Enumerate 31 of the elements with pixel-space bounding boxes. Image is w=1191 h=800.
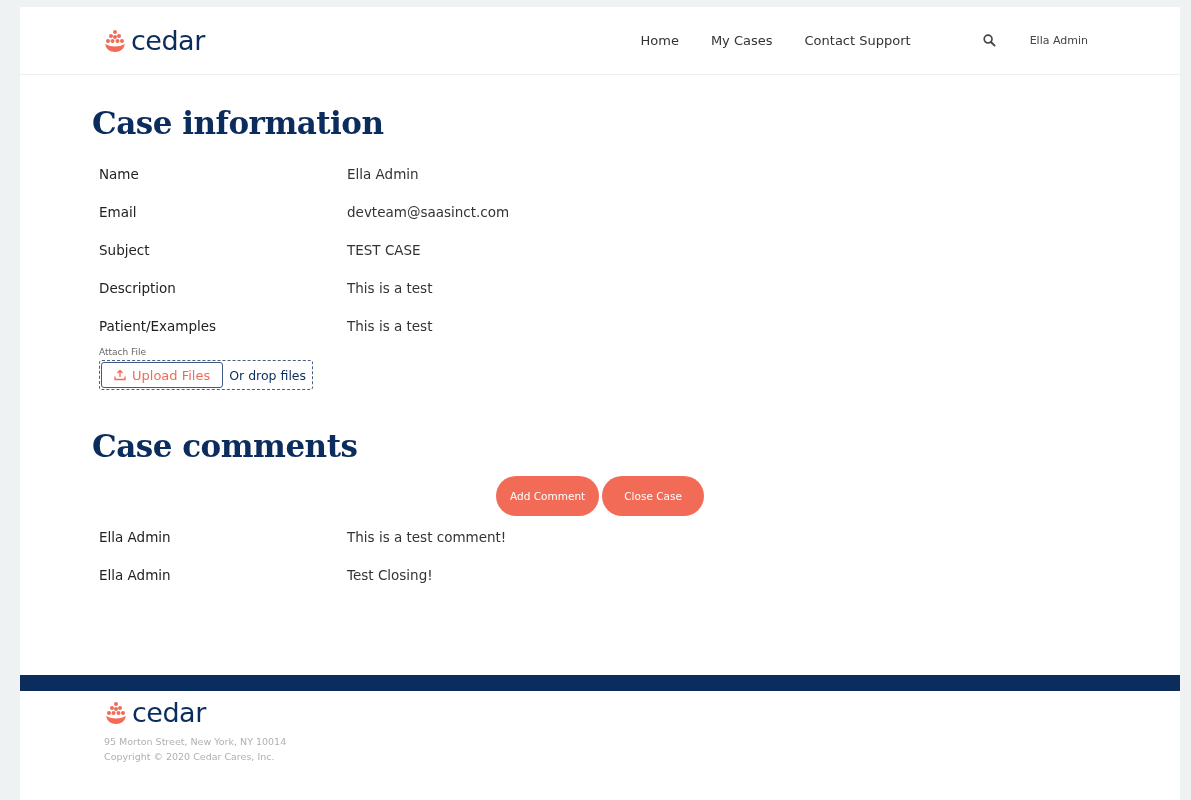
field-value: devteam@saasinct.com <box>347 204 510 220</box>
nav-link[interactable]: Contact Support <box>804 33 911 48</box>
comment-text: Test Closing! <box>347 567 433 583</box>
user-menu[interactable]: Ella Admin <box>1029 34 1088 47</box>
section-heading: Case comments <box>92 428 359 464</box>
field-label: Subject <box>99 242 151 258</box>
drop-hint: Or drop files <box>229 367 307 383</box>
comment-author: Ella Admin <box>99 529 172 545</box>
nav-link[interactable]: My Cases <box>710 33 773 48</box>
logo-wordmark[interactable]: cedar <box>131 27 205 54</box>
field-value: Ella Admin <box>347 166 419 182</box>
logo-wordmark: cedar <box>132 699 206 726</box>
copyright-text: Copyright © 2020 Cedar Cares, Inc. <box>104 751 276 762</box>
attach-label: Attach File <box>99 347 148 357</box>
field-value: This is a test <box>347 318 433 334</box>
section-heading: Case information <box>92 105 385 141</box>
upload-icon <box>114 369 126 381</box>
search-icon[interactable] <box>982 34 996 47</box>
pinecone-icon <box>104 700 128 725</box>
field-value: TEST CASE <box>347 242 421 258</box>
comment-text: This is a test comment! <box>347 529 507 545</box>
field-label: Email <box>99 204 138 220</box>
pinecone-icon <box>103 28 127 53</box>
nav-link[interactable]: Home <box>640 33 679 48</box>
field-label: Patient/Examples <box>99 318 218 334</box>
field-value: This is a test <box>347 280 433 296</box>
field-label: Description <box>99 280 177 296</box>
field-label: Name <box>99 166 140 182</box>
comment-author: Ella Admin <box>99 567 172 583</box>
file-drop-zone[interactable]: Upload Files Or drop files <box>99 360 314 390</box>
address-text: 95 Morton Street, New York, NY 10014 <box>104 736 288 747</box>
